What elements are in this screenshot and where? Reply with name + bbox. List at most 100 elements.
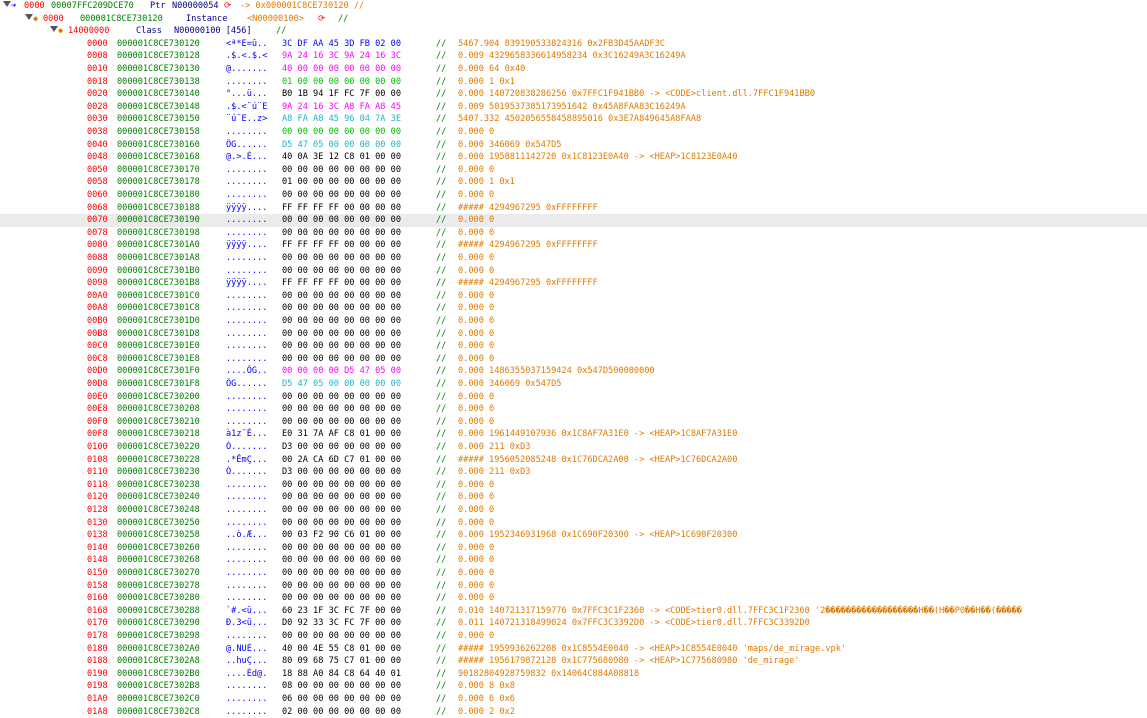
row-address: 000001C8CE7302B0 <box>117 668 200 679</box>
row-comment-marker: // <box>436 38 447 49</box>
row-ascii: Ð.3<ü... <box>226 618 268 629</box>
memory-row[interactable]: 00A8 000001C8CE7301C8........ 00 00 00 00 … <box>0 302 1147 315</box>
memory-row[interactable]: 0160 000001C8CE730280........ 00 00 00 00 … <box>0 592 1147 605</box>
memory-row[interactable]: 00C0 000001C8CE7301E0........ 00 00 00 00 … <box>0 340 1147 353</box>
memory-row[interactable]: 0128 000001C8CE730248........ 00 00 00 00 … <box>0 504 1147 517</box>
row-value-info: 0.000 0 <box>458 164 495 175</box>
memory-row[interactable]: 0050 000001C8CE730170........ 00 00 00 00 … <box>0 164 1147 177</box>
memory-row[interactable]: 00E0 000001C8CE730200........ 00 00 00 00 … <box>0 391 1147 404</box>
tree-node-instance[interactable]: ◆ 0000 000001C8CE730120 Instance <N00000… <box>0 13 1147 26</box>
memory-row[interactable]: 0080 000001C8CE7301A0 ÿÿÿÿ.... FF FF FF FF … <box>0 239 1147 252</box>
row-ascii: @....... <box>226 64 268 74</box>
row-address: 000001C8CE730230 <box>117 467 200 478</box>
node-offset: 0000 <box>24 1 45 11</box>
memory-row[interactable]: 0138 000001C8CE730258 ..ò.Æ... 00 03 F2 90 … <box>0 529 1147 542</box>
row-offset: 0048 <box>87 152 108 163</box>
memory-row[interactable]: 0120 000001C8CE730240........ 00 00 00 00 … <box>0 491 1147 504</box>
row-value-info: 0.000 0 <box>458 517 495 528</box>
memory-row[interactable]: 0048 000001C8CE730168 @.>.È... 40 0A 3E 12 … <box>0 151 1147 164</box>
memory-row[interactable]: 0038 000001C8CE730158........ 00 00 00 00 … <box>0 126 1147 139</box>
expand-triangle-icon[interactable] <box>50 26 58 33</box>
memory-row[interactable]: 0020 000001C8CE730140 °...ü... B0 1B 94 1F … <box>0 88 1147 101</box>
row-hex-bytes: 40 0A 3E 12 C8 01 00 00 <box>282 152 401 163</box>
tree-node-ptr[interactable]: ➜ 0000 00007FFC209DCE70 Ptr N00000054 ⟳ … <box>0 0 1147 13</box>
memory-row[interactable]: 01A0 000001C8CE7302C0........ 06 00 00 00 … <box>0 693 1147 706</box>
memory-row[interactable]: 00B8 000001C8CE7301D8........ 00 00 00 00 … <box>0 328 1147 341</box>
memory-row[interactable]: 0110 000001C8CE730230 Ó....... D3 00 00 00 … <box>0 466 1147 479</box>
memory-row[interactable]: 01A8 000001C8CE7302C8........ 02 00 00 00 … <box>0 706 1147 718</box>
memory-row[interactable]: 0180 000001C8CE7302A0 @.NUÈ... 40 00 4E 55 … <box>0 643 1147 656</box>
row-offset: 0170 <box>87 618 108 629</box>
memory-row[interactable]: 0178 000001C8CE730298........ 00 00 00 00 … <box>0 630 1147 643</box>
row-hex-bytes: D3 00 00 00 00 00 00 00 <box>282 442 401 452</box>
memory-row[interactable]: 0170 000001C8CE730290 Ð.3<ü... D0 92 33 3C … <box>0 617 1147 630</box>
row-address: 000001C8CE7301C0 <box>117 290 200 301</box>
refresh-icon[interactable]: ⟳ <box>318 13 325 26</box>
row-ascii: ........ <box>226 555 268 566</box>
expand-triangle-icon[interactable] <box>25 13 33 20</box>
memory-row[interactable]: 0158 000001C8CE730278........ 00 00 00 00 … <box>0 580 1147 593</box>
memory-row[interactable]: 0040 000001C8CE730160 ÕG...... D5 47 05 00 … <box>0 139 1147 152</box>
memory-row[interactable]: 0168 000001C8CE730288 `#.<ü... 60 23 1F 3C … <box>0 605 1147 618</box>
row-comment-marker: // <box>436 353 447 364</box>
memory-row[interactable]: 0140 000001C8CE730260........ 00 00 00 00 … <box>0 542 1147 555</box>
row-comment-marker: // <box>436 303 447 314</box>
memory-row[interactable]: 0188 000001C8CE7302A8 ..huÇ... 80 09 68 75 … <box>0 655 1147 668</box>
memory-row[interactable]: 0068 000001C8CE730188 ÿÿÿÿ.... FF FF FF FF … <box>0 202 1147 215</box>
memory-row[interactable]: 00C8 000001C8CE7301E8........ 00 00 00 00 … <box>0 353 1147 366</box>
memory-row[interactable]: 00A0 000001C8CE7301C0........ 00 00 00 00 … <box>0 290 1147 303</box>
row-hex-bytes: FF FF FF FF 00 00 00 00 <box>282 278 401 289</box>
row-comment-marker: // <box>436 139 447 150</box>
tree-node-class[interactable]: ◆ 14000000 Class N00000100 [456] // <box>0 25 1147 38</box>
memory-row[interactable]: 0030 000001C8CE730150 ¨ú¨E..z> A8 FA A8 45 … <box>0 113 1147 126</box>
memory-row[interactable]: 0190 000001C8CE7302B0 ....Èd@. 18 88 A0 84 … <box>0 668 1147 681</box>
row-hex-bytes: A8 FA A8 45 96 04 7A 3E <box>282 114 401 125</box>
memory-row[interactable]: 00F0 000001C8CE730210........ 00 00 00 00 … <box>0 416 1147 429</box>
memory-row[interactable]: 00B0 000001C8CE7301D0........ 00 00 00 00 … <box>0 315 1147 328</box>
memory-row[interactable]: 0198 000001C8CE7302B8........ 08 00 00 00 … <box>0 680 1147 693</box>
row-comment-marker: // <box>436 89 447 100</box>
memory-row[interactable]: 0098 000001C8CE7301B8 ÿÿÿÿ.... FF FF FF FF … <box>0 277 1147 290</box>
row-ascii: .$.<.$.< <box>226 51 268 62</box>
expand-triangle-icon[interactable] <box>3 1 11 7</box>
memory-row[interactable]: 0088 000001C8CE7301A8........ 00 00 00 00 … <box>0 252 1147 265</box>
memory-row[interactable]: 0078 000001C8CE730198........ 00 00 00 00 … <box>0 227 1147 240</box>
row-value-info: 0.000 0 <box>458 127 495 137</box>
row-hex-bytes: E0 31 7A AF C8 01 00 00 <box>282 429 401 440</box>
memory-row[interactable]: 0118 000001C8CE730238........ 00 00 00 00 … <box>0 479 1147 492</box>
memory-row[interactable]: 00D8 000001C8CE7301F8 ÕG...... D5 47 05 00 … <box>0 378 1147 391</box>
row-offset: 0090 <box>87 265 108 276</box>
memory-row[interactable]: 0070 000001C8CE730190........ 00 00 00 00 … <box>0 214 1147 227</box>
memory-row[interactable]: 0058 000001C8CE730178........ 01 00 00 00 … <box>0 176 1147 189</box>
row-hex-bytes: 00 00 00 00 00 00 00 00 <box>282 479 401 490</box>
memory-row[interactable]: 0148 000001C8CE730268........ 00 00 00 00 … <box>0 554 1147 567</box>
row-value-info: 0.000 0 <box>458 542 495 553</box>
row-address: 000001C8CE7301C8 <box>117 303 200 314</box>
memory-row[interactable]: 0018 000001C8CE730138........ 01 00 00 00 … <box>0 76 1147 89</box>
memory-row[interactable]: 0130 000001C8CE730250........ 00 00 00 00 … <box>0 517 1147 530</box>
memory-row[interactable]: 0090 000001C8CE7301B0........ 00 00 00 00 … <box>0 265 1147 278</box>
row-ascii: ........ <box>226 303 268 314</box>
row-comment-marker: // <box>436 668 447 679</box>
memory-row[interactable]: 00F8 000001C8CE730218 à1z¯È... E0 31 7A AF … <box>0 428 1147 441</box>
row-comment-marker: // <box>436 190 447 200</box>
memory-row[interactable]: 00D0 000001C8CE7301F0 ....ÕG.. 00 00 00 00 … <box>0 365 1147 378</box>
row-address: 000001C8CE7301E0 <box>117 341 200 352</box>
memory-row[interactable]: 0000 000001C8CE730120 <ª*E=û.. 3C DF AA 45 … <box>0 38 1147 51</box>
memory-row[interactable]: 0010 000001C8CE730130 @....... 40 00 00 00 … <box>0 63 1147 76</box>
row-ascii: ........ <box>226 681 268 692</box>
memory-row[interactable]: 0060 000001C8CE730180........ 00 00 00 00 … <box>0 189 1147 202</box>
row-offset: 00F8 <box>87 429 108 440</box>
memory-row[interactable]: 0008 000001C8CE730128 .$.<.$.< 9A 24 16 3C … <box>0 50 1147 63</box>
row-hex-bytes: 40 00 4E 55 C8 01 00 00 <box>282 643 401 654</box>
memory-row[interactable]: 0108 000001C8CE730228 .*ÊmÇ... 00 2A CA 6D … <box>0 454 1147 467</box>
refresh-icon[interactable]: ⟳ <box>224 0 231 13</box>
memory-row[interactable]: 0150 000001C8CE730270........ 00 00 00 00 … <box>0 567 1147 580</box>
row-hex-bytes: 00 00 00 00 00 00 00 00 <box>282 303 401 314</box>
row-comment-marker: // <box>436 127 447 137</box>
row-value-info: 0.000 0 <box>458 341 495 352</box>
memory-row[interactable]: 00E8 000001C8CE730208........ 00 00 00 00 … <box>0 403 1147 416</box>
row-ascii: ........ <box>226 341 268 352</box>
memory-row[interactable]: 0028 000001C8CE730148 .$.<¨ú¨E 9A 24 16 3C … <box>0 101 1147 114</box>
memory-row[interactable]: 0100 000001C8CE730220 Ó....... D3 00 00 00 … <box>0 441 1147 454</box>
